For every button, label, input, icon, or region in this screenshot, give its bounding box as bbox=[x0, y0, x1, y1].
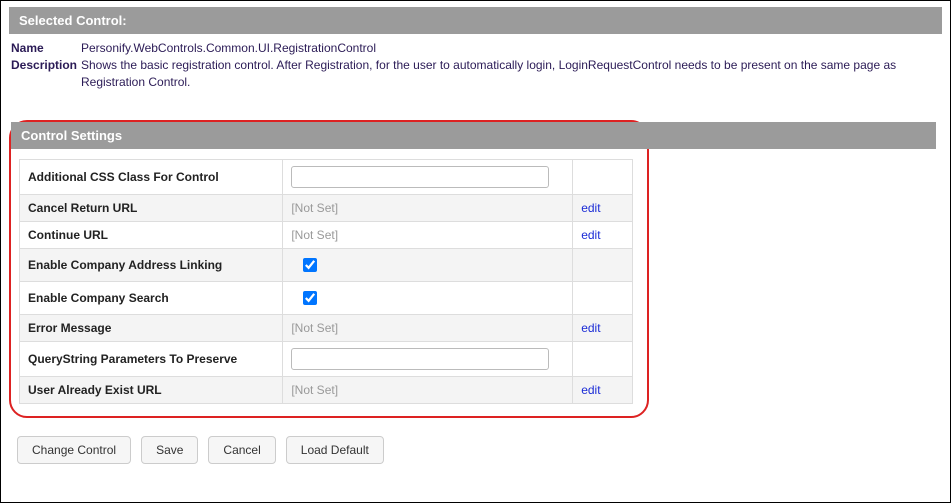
notset-cancel-url: [Not Set] bbox=[291, 201, 338, 215]
cell-error-msg-value: [Not Set] bbox=[283, 315, 573, 342]
label-error-msg: Error Message bbox=[20, 315, 283, 342]
cell-user-exist-action: edit bbox=[573, 377, 633, 404]
edit-cancel-url[interactable]: edit bbox=[581, 201, 600, 215]
change-control-button[interactable]: Change Control bbox=[17, 436, 131, 464]
selected-desc-row: Description Shows the basic registration… bbox=[11, 57, 940, 91]
notset-continue-url: [Not Set] bbox=[291, 228, 338, 242]
edit-user-exist[interactable]: edit bbox=[581, 383, 600, 397]
checkbox-enable-search[interactable] bbox=[303, 291, 317, 305]
row-enable-addr: Enable Company Address Linking bbox=[20, 249, 633, 282]
edit-continue-url[interactable]: edit bbox=[581, 228, 600, 242]
checkbox-enable-addr[interactable] bbox=[303, 258, 317, 272]
action-button-row: Change Control Save Cancel Load Default bbox=[9, 432, 942, 468]
label-cancel-url: Cancel Return URL bbox=[20, 195, 283, 222]
config-panel: Selected Control: Name Personify.WebCont… bbox=[0, 0, 951, 503]
row-cancel-url: Cancel Return URL [Not Set] edit bbox=[20, 195, 633, 222]
cell-css-class-action bbox=[573, 160, 633, 195]
row-css-class: Additional CSS Class For Control bbox=[20, 160, 633, 195]
selected-desc-value: Shows the basic registration control. Af… bbox=[81, 57, 940, 91]
row-enable-search: Enable Company Search bbox=[20, 282, 633, 315]
control-settings-header: Control Settings bbox=[11, 122, 936, 149]
cell-enable-search-action bbox=[573, 282, 633, 315]
row-user-exist: User Already Exist URL [Not Set] edit bbox=[20, 377, 633, 404]
selected-control-section: Selected Control: Name Personify.WebCont… bbox=[9, 7, 942, 100]
control-settings-table: Additional CSS Class For Control Cancel … bbox=[19, 159, 633, 404]
cell-qs-preserve-input bbox=[283, 342, 573, 377]
label-continue-url: Continue URL bbox=[20, 222, 283, 249]
cell-enable-search-value bbox=[283, 282, 573, 315]
cell-user-exist-value: [Not Set] bbox=[283, 377, 573, 404]
cancel-button[interactable]: Cancel bbox=[208, 436, 275, 464]
label-enable-addr: Enable Company Address Linking bbox=[20, 249, 283, 282]
cell-css-class-input bbox=[283, 160, 573, 195]
cell-enable-addr-action bbox=[573, 249, 633, 282]
row-continue-url: Continue URL [Not Set] edit bbox=[20, 222, 633, 249]
selected-name-value: Personify.WebControls.Common.UI.Registra… bbox=[81, 40, 940, 57]
cell-cancel-url-action: edit bbox=[573, 195, 633, 222]
row-error-msg: Error Message [Not Set] edit bbox=[20, 315, 633, 342]
save-button[interactable]: Save bbox=[141, 436, 198, 464]
cell-cancel-url-value: [Not Set] bbox=[283, 195, 573, 222]
label-css-class: Additional CSS Class For Control bbox=[20, 160, 283, 195]
input-css-class[interactable] bbox=[291, 166, 549, 188]
cell-qs-preserve-action bbox=[573, 342, 633, 377]
notset-error-msg: [Not Set] bbox=[291, 321, 338, 335]
cell-error-msg-action: edit bbox=[573, 315, 633, 342]
selected-control-header: Selected Control: bbox=[9, 7, 942, 34]
cell-continue-url-action: edit bbox=[573, 222, 633, 249]
load-default-button[interactable]: Load Default bbox=[286, 436, 384, 464]
selected-control-body: Name Personify.WebControls.Common.UI.Reg… bbox=[9, 34, 942, 100]
label-enable-search: Enable Company Search bbox=[20, 282, 283, 315]
selected-name-label: Name bbox=[11, 40, 81, 57]
edit-error-msg[interactable]: edit bbox=[581, 321, 600, 335]
selected-name-row: Name Personify.WebControls.Common.UI.Reg… bbox=[11, 40, 940, 57]
control-settings-highlight: Control Settings Additional CSS Class Fo… bbox=[9, 120, 649, 418]
input-qs-preserve[interactable] bbox=[291, 348, 549, 370]
label-qs-preserve: QueryString Parameters To Preserve bbox=[20, 342, 283, 377]
selected-desc-label: Description bbox=[11, 57, 81, 74]
row-qs-preserve: QueryString Parameters To Preserve bbox=[20, 342, 633, 377]
notset-user-exist: [Not Set] bbox=[291, 383, 338, 397]
cell-enable-addr-value bbox=[283, 249, 573, 282]
label-user-exist: User Already Exist URL bbox=[20, 377, 283, 404]
cell-continue-url-value: [Not Set] bbox=[283, 222, 573, 249]
